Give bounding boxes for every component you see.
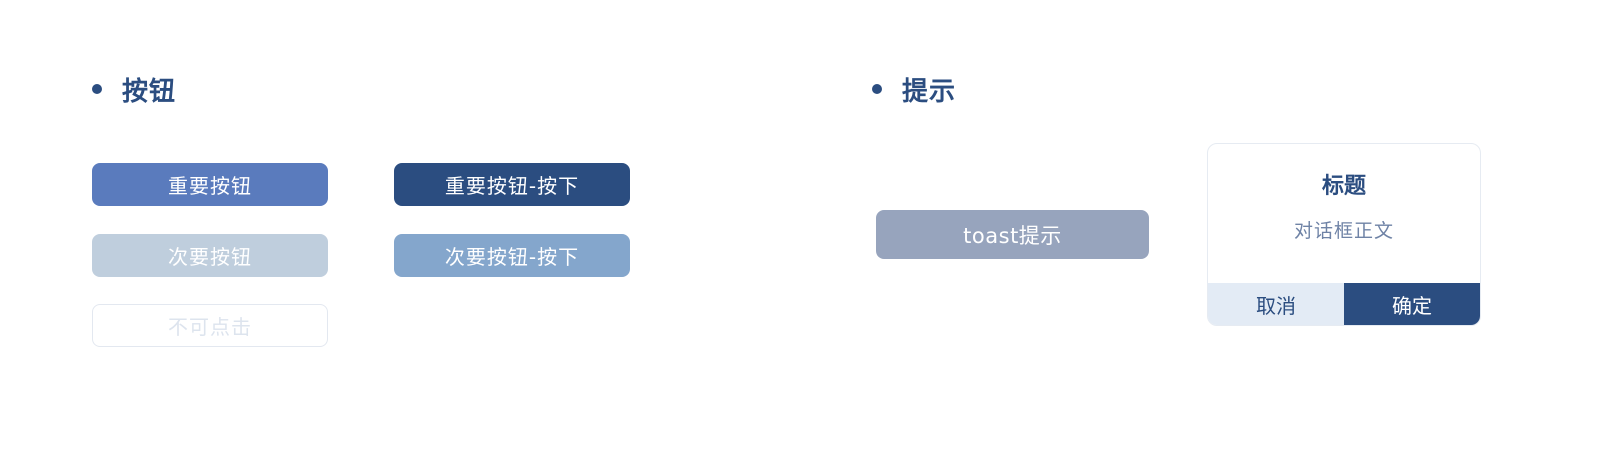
- toast-message: toast提示: [876, 210, 1149, 259]
- dialog-box: 标题 对话框正文 取消 确定: [1207, 143, 1481, 326]
- dialog-confirm-button[interactable]: 确定: [1344, 283, 1480, 325]
- secondary-button[interactable]: 次要按钮: [92, 234, 328, 277]
- buttons-section-title: 按钮: [122, 76, 177, 107]
- bullet-dot: [872, 84, 882, 94]
- secondary-button-pressed[interactable]: 次要按钮-按下: [394, 234, 630, 277]
- buttons-section-header: 按钮: [92, 71, 176, 107]
- dialog-cancel-button[interactable]: 取消: [1208, 283, 1344, 325]
- dialog-actions: 取消 确定: [1208, 283, 1480, 325]
- disabled-button: 不可点击: [92, 304, 328, 347]
- bullet-dot: [92, 84, 102, 94]
- primary-button[interactable]: 重要按钮: [92, 163, 328, 206]
- dialog-body-text: 对话框正文: [1293, 220, 1394, 242]
- tips-section-title: 提示: [902, 76, 957, 107]
- primary-button-pressed[interactable]: 重要按钮-按下: [394, 163, 630, 206]
- tips-section-header: 提示: [872, 71, 956, 107]
- dialog-title: 标题: [1321, 174, 1366, 199]
